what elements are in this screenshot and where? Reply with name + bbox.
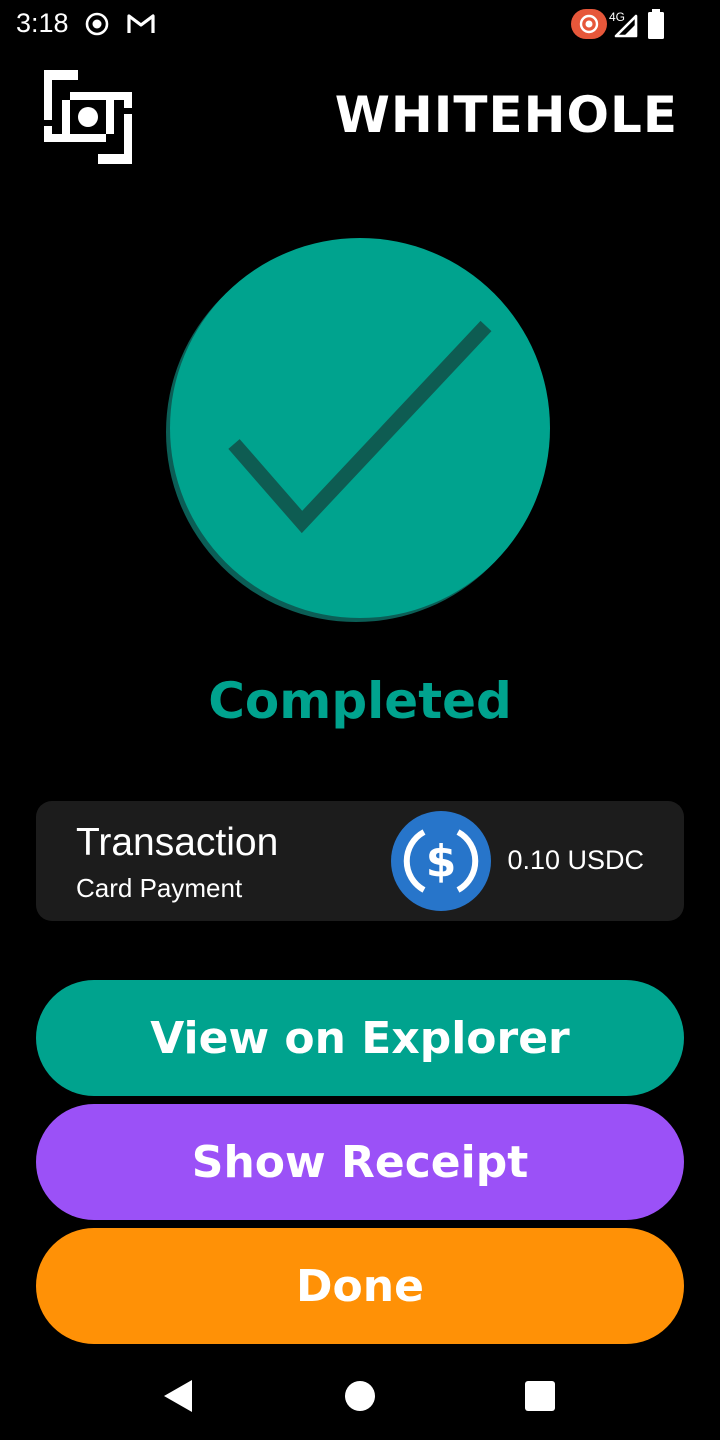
whitehole-logo-icon — [44, 70, 132, 164]
transaction-title: Transaction — [76, 821, 279, 864]
back-icon[interactable] — [156, 1374, 200, 1418]
status-label: Completed — [208, 672, 512, 730]
screen: 3:18 4G WHITEHOLE Completed Transaction … — [0, 0, 720, 1440]
cast-recording-icon — [571, 9, 607, 39]
app-title: WHITEHOLE — [334, 86, 678, 144]
svg-text:$: $ — [426, 836, 457, 887]
recents-icon[interactable] — [518, 1374, 562, 1418]
view-on-explorer-button[interactable]: View on Explorer — [36, 980, 684, 1096]
gmail-icon — [127, 14, 155, 33]
transaction-type: Card Payment — [76, 873, 243, 903]
signal-icon — [614, 14, 638, 38]
done-button[interactable]: Done — [36, 1228, 684, 1344]
navigation-bar — [0, 1350, 720, 1440]
show-receipt-button[interactable]: Show Receipt — [36, 1104, 684, 1220]
status-time: 3:18 — [16, 8, 69, 38]
transaction-amount: 0.10 USDC — [507, 845, 644, 875]
transaction-card: Transaction Card Payment $ 0.10 USDC — [36, 801, 684, 921]
home-icon[interactable] — [338, 1374, 382, 1418]
status-bar: 3:18 4G — [0, 0, 720, 52]
usdc-icon: $ — [391, 811, 491, 911]
record-icon — [85, 12, 109, 36]
battery-icon — [648, 9, 664, 39]
checkmark-circle-icon — [166, 238, 550, 622]
